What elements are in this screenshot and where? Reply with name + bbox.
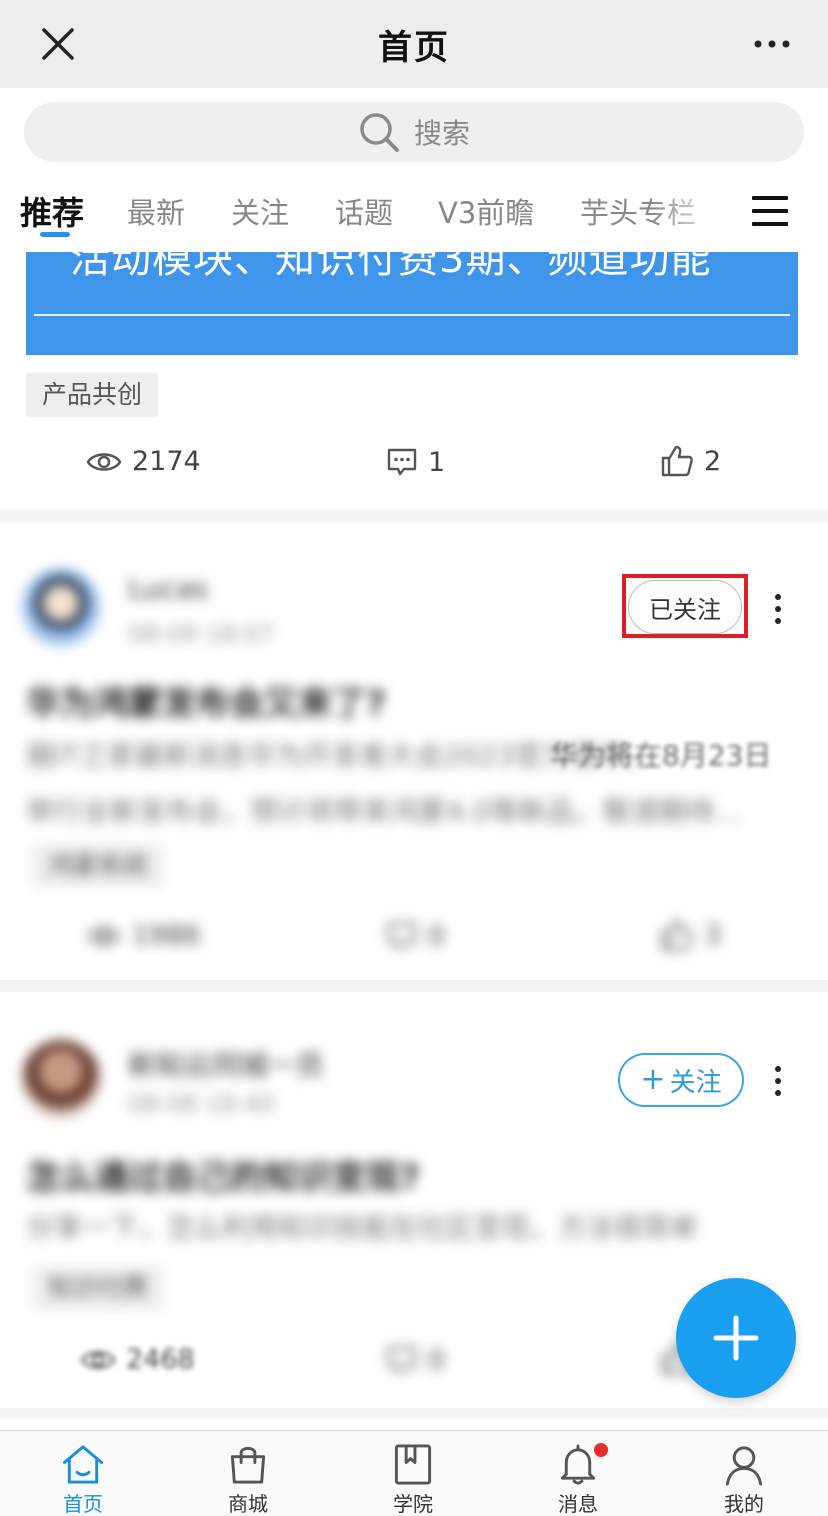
post-title[interactable]: 华为鸿蒙发布会又来了? <box>26 676 386 725</box>
nav-home[interactable]: 首页 <box>23 1431 143 1516</box>
view-count: 1986 <box>86 920 201 951</box>
view-count-value: 2468 <box>126 1344 195 1375</box>
search-icon <box>360 113 399 152</box>
search-bar[interactable]: 搜索 <box>24 102 804 162</box>
thumbs-up-icon <box>661 445 693 477</box>
post-menu-icon[interactable] <box>772 1066 784 1100</box>
like-count[interactable]: 3 <box>660 918 721 952</box>
view-count-value: 2174 <box>132 446 201 477</box>
bottom-navigation: 首页 商城 学院 消息 我的 <box>0 1430 828 1516</box>
comment-count[interactable]: 0 <box>386 1344 445 1376</box>
top-bar: 首页 <box>0 0 828 88</box>
search-placeholder: 搜索 <box>413 117 470 150</box>
app-page: 首页 搜索 推荐 最新 关注 话题 V3前瞻 芋头专栏 活动模块、知识付费3期、… <box>0 0 828 1516</box>
comment-count-value: 1 <box>428 446 446 478</box>
post-menu-icon[interactable] <box>772 594 784 628</box>
nav-academy[interactable]: 学院 <box>353 1431 473 1516</box>
comment-count-value: 0 <box>428 1344 446 1376</box>
thumbs-up-icon <box>661 919 693 951</box>
avatar[interactable] <box>22 1040 100 1118</box>
post-body-line: 分享一下，怎么利用知识技能在社区变现，方法很简单 <box>26 1211 699 1244</box>
tab-recommend[interactable]: 推荐 <box>20 188 84 234</box>
view-count: 2468 <box>80 1344 195 1375</box>
comment-icon <box>387 922 417 951</box>
follow-button-label: 关注 <box>669 1067 722 1098</box>
post-tag[interactable]: 产品共创 <box>26 373 159 417</box>
banner-text: 活动模块、知识付费3期、频道功能 <box>70 252 712 282</box>
comment-icon <box>387 448 417 476</box>
category-tabs: 推荐 最新 关注 话题 V3前瞻 芋头专栏 <box>0 182 828 252</box>
notification-badge <box>594 1443 608 1457</box>
post-tag[interactable]: 鸿蒙系统 <box>32 844 165 888</box>
followed-button[interactable]: 已关注 <box>628 580 742 634</box>
nav-home-label: 首页 <box>63 1492 103 1516</box>
page-title: 首页 <box>378 27 450 68</box>
shopping-bag-icon <box>230 1446 266 1484</box>
nav-messages-label: 消息 <box>558 1492 598 1516</box>
comment-count[interactable]: 1 <box>386 446 445 478</box>
post-body-line: 举行全新发布会，预计将带来鸿蒙4.0等新品，敬请期待… <box>26 795 743 828</box>
author-name[interactable]: 新知云同城一员 <box>128 1044 324 1084</box>
plus-icon: + <box>640 1062 666 1097</box>
avatar[interactable] <box>22 568 100 646</box>
post-separator <box>0 1408 828 1418</box>
like-count[interactable]: 2 <box>660 444 721 478</box>
active-tab-indicator <box>40 232 70 237</box>
post-body-line-tail: 华为将在8月23日 <box>550 739 772 772</box>
view-count: 2174 <box>86 446 201 477</box>
comment-icon <box>387 1346 417 1375</box>
author-name[interactable]: Lucas <box>128 572 208 605</box>
post-tag[interactable]: 知识付费 <box>32 1266 165 1310</box>
eye-icon <box>80 1350 116 1369</box>
post-separator <box>0 980 828 992</box>
like-count-value: 3 <box>704 919 722 951</box>
banner-divider <box>34 314 790 316</box>
nav-mall-label: 商城 <box>228 1492 268 1516</box>
tab-following[interactable]: 关注 <box>231 190 289 232</box>
book-icon <box>394 1444 432 1485</box>
view-count-value: 1986 <box>132 920 201 951</box>
tabs-fade <box>650 182 730 252</box>
user-icon <box>725 1446 763 1486</box>
create-post-button[interactable] <box>676 1278 796 1398</box>
comment-count[interactable]: 0 <box>386 920 445 952</box>
follow-button[interactable]: + 关注 <box>618 1053 744 1107</box>
tab-v3-preview[interactable]: V3前瞻 <box>438 190 534 232</box>
eye-icon <box>86 926 122 945</box>
post-time: 08-09 18:07 <box>128 620 275 648</box>
post-banner-image[interactable]: 活动模块、知识付费3期、频道功能 <box>26 252 798 355</box>
nav-messages[interactable]: 消息 <box>518 1431 638 1516</box>
post-separator <box>0 510 828 522</box>
comment-count-value: 0 <box>428 920 446 952</box>
nav-profile-label: 我的 <box>724 1492 764 1516</box>
tab-topics[interactable]: 话题 <box>335 190 393 232</box>
nav-academy-label: 学院 <box>393 1492 433 1516</box>
home-icon <box>62 1445 104 1484</box>
close-icon[interactable] <box>36 22 80 66</box>
post-title[interactable]: 怎么通过自己的知识变现? <box>26 1150 420 1199</box>
nav-mall[interactable]: 商城 <box>188 1431 308 1516</box>
like-count-value: 2 <box>704 445 722 477</box>
plus-icon <box>713 1315 759 1361</box>
tabs-menu-icon[interactable] <box>752 196 788 232</box>
nav-profile[interactable]: 我的 <box>684 1431 804 1516</box>
tab-latest[interactable]: 最新 <box>127 190 185 232</box>
eye-icon <box>86 452 122 471</box>
post-time: 08-08 18:40 <box>128 1090 275 1118</box>
more-options-icon[interactable] <box>752 30 792 58</box>
